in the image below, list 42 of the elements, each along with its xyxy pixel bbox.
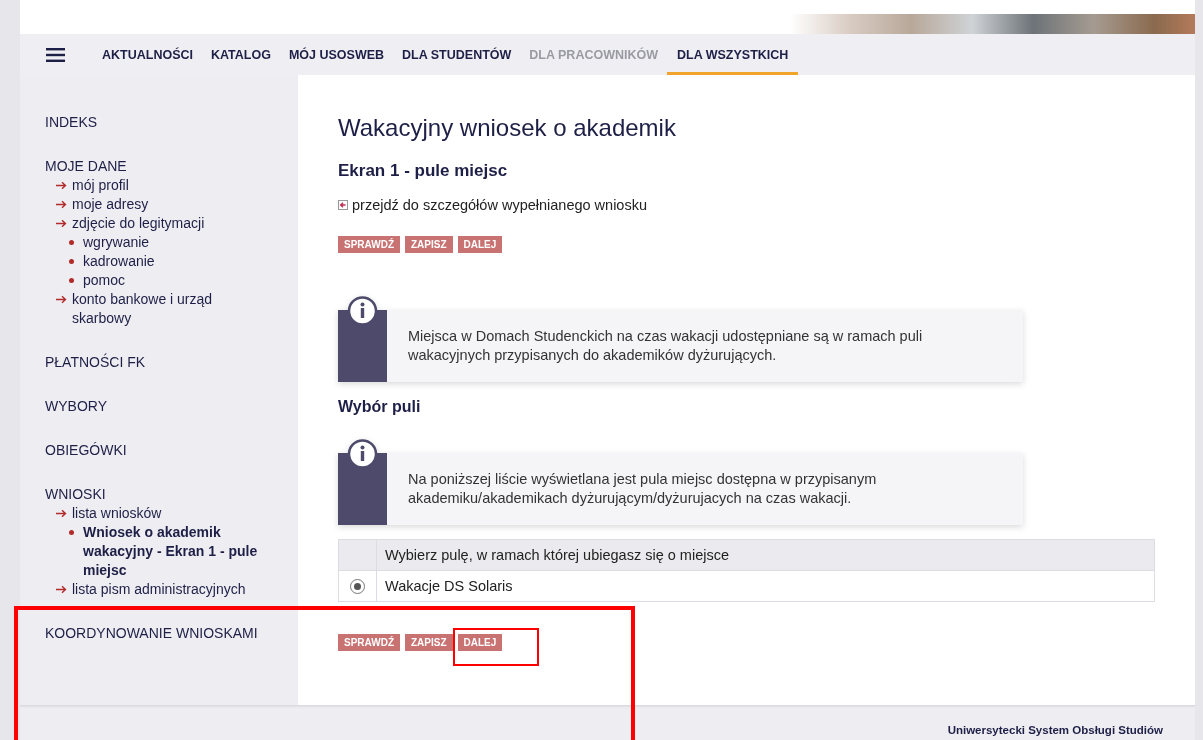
details-link[interactable]: przejdź do szczegółów wypełnianego wniosku: [352, 197, 647, 213]
sidebar-link[interactable]: moje adresy: [72, 195, 149, 214]
sidebar-heading[interactable]: INDEKS: [45, 113, 286, 132]
arrow-icon: [56, 585, 67, 594]
sidebar-link[interactable]: konto bankowe i urząd skarbowy: [72, 290, 247, 328]
sidebar-heading[interactable]: MOJE DANE: [45, 157, 286, 176]
sidebar-heading[interactable]: KOORDYNOWANIE WNIOSKAMI: [45, 624, 286, 643]
table-header: Wybierz pulę, w ramach której ubiegasz się o miejsce: [376, 539, 1155, 571]
nav-tab[interactable]: MÓJ USOSWEB: [279, 34, 394, 75]
table-cell: Wakacje DS Solaris: [376, 570, 1155, 602]
menu-icon[interactable]: [46, 47, 65, 62]
sidebar-link[interactable]: mój profil: [72, 176, 129, 195]
page-title: Wakacyjny wniosek o akademik: [338, 113, 677, 143]
bullet-icon: [69, 240, 74, 245]
bullet-icon: [69, 259, 74, 264]
sidebar-heading[interactable]: WYBORY: [45, 397, 286, 416]
nav-tab[interactable]: KATALOG: [201, 34, 280, 75]
sidebar-link[interactable]: zdjęcie do legitymacji: [72, 214, 205, 233]
arrow-icon: [56, 200, 67, 209]
info-text: Na poniższej liście wyświetlana jest pula miejsc dostępna w przypisanym akademiku/akademikach dyżurującym/dyżurujacych na czas wakacji.: [408, 470, 878, 508]
nav-tab[interactable]: DLA STUDENTÓW: [393, 34, 521, 75]
arrow-icon: [56, 295, 67, 304]
sidebar-link[interactable]: pomoc: [83, 271, 126, 290]
bullet-icon: [69, 530, 74, 535]
sidebar-heading[interactable]: WNIOSKI: [45, 485, 286, 504]
sidebar-link[interactable]: wgrywanie: [83, 233, 150, 252]
arrow-icon: [56, 181, 67, 190]
sidebar-link[interactable]: lista pism administracyjnych: [72, 580, 246, 599]
sidebar-heading[interactable]: OBIEGÓWKI: [45, 441, 286, 460]
section-heading: Wybór puli: [338, 397, 422, 417]
sidebar-link[interactable]: lista wniosków: [72, 504, 162, 523]
footer-text: Uniwersytecki System Obsługi Studiów: [947, 724, 1163, 736]
arrow-icon: [56, 509, 67, 518]
arrow-icon: [56, 219, 67, 228]
bullet-icon: [69, 278, 74, 283]
nav-tab[interactable]: AKTUALNOŚCI: [93, 34, 202, 75]
back-arrow-icon: [338, 200, 348, 210]
sidebar-link[interactable]: kadrowanie: [83, 252, 155, 271]
info-text: Miejsca w Domach Studenckich na czas wakacji udostępniane są w ramach puli wakacyjnych przypisanych do akademików dyżurujących.: [408, 327, 924, 365]
page-subtitle: Ekran 1 - pule miejsc: [338, 160, 509, 182]
sidebar-heading[interactable]: PŁATNOŚCI FK: [45, 353, 286, 372]
nav-tab[interactable]: DLA WSZYSTKICH: [667, 34, 799, 75]
